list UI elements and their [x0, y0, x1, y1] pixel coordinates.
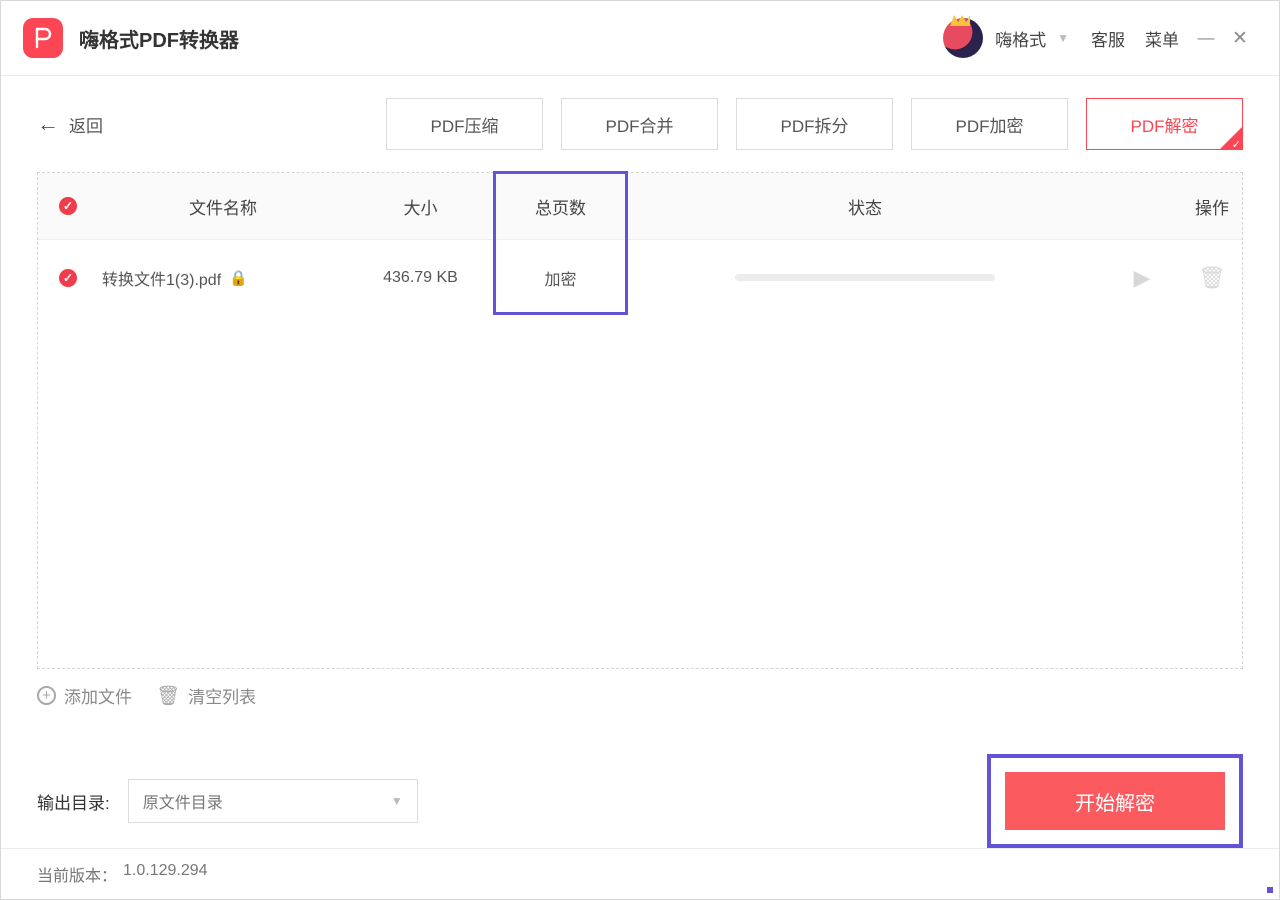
add-icon: +	[37, 686, 56, 705]
output-dir-select[interactable]: 原文件目录 ▼	[128, 779, 418, 823]
app-title: 嗨格式PDF转换器	[79, 24, 239, 53]
chevron-down-icon: ▼	[391, 794, 403, 808]
trash-icon: 🗑	[156, 684, 180, 708]
select-all-checkbox[interactable]: ✓	[59, 197, 77, 215]
support-link[interactable]: 客服	[1091, 26, 1125, 51]
arrow-left-icon: ←	[37, 111, 59, 137]
table-row: ✓ 转换文件1(3).pdf 🔒 436.79 KB 加密 ▶ 🗑	[38, 239, 1242, 315]
add-file-button[interactable]: + 添加文件	[37, 683, 132, 708]
start-decrypt-button[interactable]: 开始解密	[1005, 772, 1225, 830]
tab-pdf-merge[interactable]: PDF合并	[561, 98, 718, 150]
progress-bar	[735, 274, 995, 281]
tab-pdf-encrypt[interactable]: PDF加密	[911, 98, 1068, 150]
output-row: 输出目录: 原文件目录 ▼ 开始解密	[1, 708, 1279, 848]
close-button[interactable]: ✕	[1223, 27, 1257, 50]
tab-pdf-split[interactable]: PDF拆分	[736, 98, 893, 150]
version-value: 1.0.129.294	[123, 862, 208, 886]
panel-controls: + 添加文件 🗑 清空列表	[1, 669, 1279, 708]
col-ops: 操作	[1182, 194, 1242, 219]
user-dropdown-icon[interactable]: ▼	[1057, 31, 1069, 45]
delete-row-button[interactable]: 🗑	[1182, 265, 1242, 291]
app-logo-icon	[23, 18, 63, 58]
avatar-icon	[943, 18, 983, 58]
user-block[interactable]: 嗨格式	[943, 18, 1046, 58]
add-file-label: 添加文件	[64, 683, 132, 708]
output-label: 输出目录:	[37, 789, 110, 814]
file-panel: ✓ 文件名称 大小 总页数 状态 操作 ✓ 转换文件1(3).pdf 🔒 436…	[37, 172, 1243, 669]
minimize-button[interactable]: —	[1189, 28, 1223, 48]
version-label: 当前版本：	[37, 862, 117, 886]
title-bar: 嗨格式PDF转换器 嗨格式 ▼ 客服 菜单 — ✕	[1, 1, 1279, 76]
tab-pdf-compress[interactable]: PDF压缩	[386, 98, 543, 150]
filename-text: 转换文件1(3).pdf	[102, 266, 221, 290]
user-name: 嗨格式	[995, 26, 1046, 51]
col-filename: 文件名称	[98, 194, 348, 219]
row-size: 436.79 KB	[348, 269, 493, 287]
output-dir-value: 原文件目录	[143, 789, 223, 813]
clear-list-label: 清空列表	[188, 683, 256, 708]
play-button[interactable]: ▶	[1102, 265, 1182, 291]
col-status: 状态	[628, 194, 1102, 219]
clear-list-button[interactable]: 🗑 清空列表	[156, 683, 256, 708]
resize-grip-icon[interactable]	[1267, 887, 1273, 893]
row-pages: 加密	[493, 266, 628, 290]
back-button[interactable]: ← 返回	[37, 111, 103, 137]
lock-icon: 🔒	[229, 269, 248, 287]
tab-pdf-decrypt[interactable]: PDF解密	[1086, 98, 1243, 150]
footer: 当前版本： 1.0.129.294	[1, 848, 1279, 899]
highlight-annotation-start: 开始解密	[987, 754, 1243, 848]
col-size: 大小	[348, 194, 493, 219]
row-filename: 转换文件1(3).pdf 🔒	[98, 266, 348, 290]
menu-link[interactable]: 菜单	[1145, 26, 1179, 51]
table-header: ✓ 文件名称 大小 总页数 状态 操作	[38, 173, 1242, 239]
back-label: 返回	[69, 112, 103, 137]
row-checkbox[interactable]: ✓	[59, 269, 77, 287]
col-pages: 总页数	[493, 194, 628, 219]
tabs-row: ← 返回 PDF压缩 PDF合并 PDF拆分 PDF加密 PDF解密	[1, 76, 1279, 172]
